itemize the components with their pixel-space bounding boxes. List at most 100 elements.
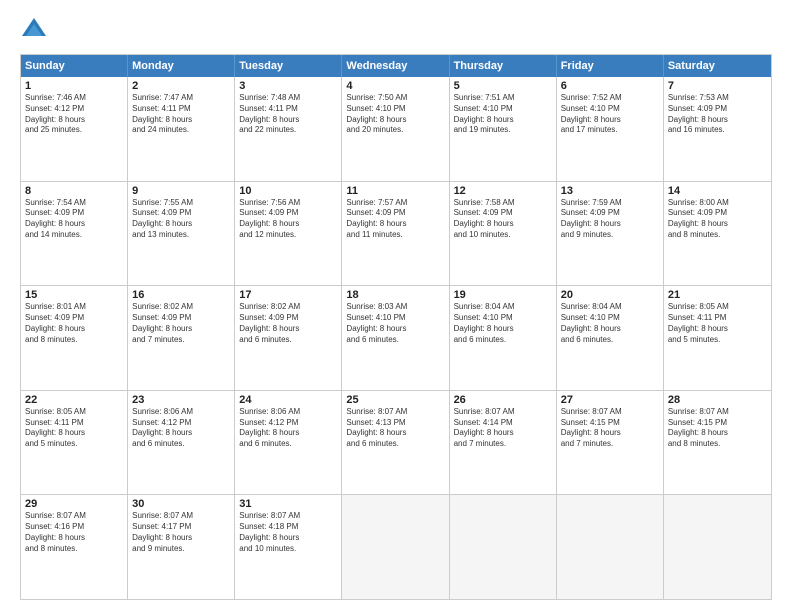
cell-info: Sunrise: 7:58 AMSunset: 4:09 PMDaylight:…: [454, 198, 552, 241]
calendar-cell: 8Sunrise: 7:54 AMSunset: 4:09 PMDaylight…: [21, 182, 128, 286]
calendar-cell: 23Sunrise: 8:06 AMSunset: 4:12 PMDayligh…: [128, 391, 235, 495]
cell-info: Sunrise: 7:50 AMSunset: 4:10 PMDaylight:…: [346, 93, 444, 136]
logo-icon: [20, 16, 48, 44]
logo: [20, 16, 52, 44]
header-cell-saturday: Saturday: [664, 55, 771, 77]
header-cell-thursday: Thursday: [450, 55, 557, 77]
calendar-cell: 28Sunrise: 8:07 AMSunset: 4:15 PMDayligh…: [664, 391, 771, 495]
calendar-cell: 11Sunrise: 7:57 AMSunset: 4:09 PMDayligh…: [342, 182, 449, 286]
calendar-body: 1Sunrise: 7:46 AMSunset: 4:12 PMDaylight…: [21, 77, 771, 599]
cell-info: Sunrise: 7:51 AMSunset: 4:10 PMDaylight:…: [454, 93, 552, 136]
day-number: 24: [239, 394, 337, 406]
cell-info: Sunrise: 8:07 AMSunset: 4:15 PMDaylight:…: [561, 407, 659, 450]
day-number: 27: [561, 394, 659, 406]
calendar-cell: 15Sunrise: 8:01 AMSunset: 4:09 PMDayligh…: [21, 286, 128, 390]
cell-info: Sunrise: 7:53 AMSunset: 4:09 PMDaylight:…: [668, 93, 767, 136]
cell-info: Sunrise: 7:46 AMSunset: 4:12 PMDaylight:…: [25, 93, 123, 136]
day-number: 3: [239, 80, 337, 92]
day-number: 2: [132, 80, 230, 92]
header: [20, 16, 772, 44]
cell-info: Sunrise: 8:05 AMSunset: 4:11 PMDaylight:…: [25, 407, 123, 450]
day-number: 11: [346, 185, 444, 197]
day-number: 13: [561, 185, 659, 197]
header-cell-sunday: Sunday: [21, 55, 128, 77]
calendar-cell: 7Sunrise: 7:53 AMSunset: 4:09 PMDaylight…: [664, 77, 771, 181]
cell-info: Sunrise: 8:07 AMSunset: 4:14 PMDaylight:…: [454, 407, 552, 450]
calendar-cell: 19Sunrise: 8:04 AMSunset: 4:10 PMDayligh…: [450, 286, 557, 390]
cell-info: Sunrise: 8:04 AMSunset: 4:10 PMDaylight:…: [561, 302, 659, 345]
day-number: 17: [239, 289, 337, 301]
day-number: 16: [132, 289, 230, 301]
calendar-cell: 29Sunrise: 8:07 AMSunset: 4:16 PMDayligh…: [21, 495, 128, 599]
cell-info: Sunrise: 8:05 AMSunset: 4:11 PMDaylight:…: [668, 302, 767, 345]
cell-info: Sunrise: 8:07 AMSunset: 4:15 PMDaylight:…: [668, 407, 767, 450]
calendar-cell: 5Sunrise: 7:51 AMSunset: 4:10 PMDaylight…: [450, 77, 557, 181]
calendar-row: 29Sunrise: 8:07 AMSunset: 4:16 PMDayligh…: [21, 495, 771, 599]
calendar-cell: [664, 495, 771, 599]
day-number: 19: [454, 289, 552, 301]
calendar-cell: [342, 495, 449, 599]
header-cell-monday: Monday: [128, 55, 235, 77]
day-number: 25: [346, 394, 444, 406]
calendar-cell: 3Sunrise: 7:48 AMSunset: 4:11 PMDaylight…: [235, 77, 342, 181]
cell-info: Sunrise: 8:06 AMSunset: 4:12 PMDaylight:…: [239, 407, 337, 450]
day-number: 29: [25, 498, 123, 510]
calendar-cell: 31Sunrise: 8:07 AMSunset: 4:18 PMDayligh…: [235, 495, 342, 599]
cell-info: Sunrise: 7:57 AMSunset: 4:09 PMDaylight:…: [346, 198, 444, 241]
calendar-cell: 17Sunrise: 8:02 AMSunset: 4:09 PMDayligh…: [235, 286, 342, 390]
header-cell-tuesday: Tuesday: [235, 55, 342, 77]
day-number: 20: [561, 289, 659, 301]
cell-info: Sunrise: 8:03 AMSunset: 4:10 PMDaylight:…: [346, 302, 444, 345]
cell-info: Sunrise: 7:56 AMSunset: 4:09 PMDaylight:…: [239, 198, 337, 241]
cell-info: Sunrise: 7:47 AMSunset: 4:11 PMDaylight:…: [132, 93, 230, 136]
day-number: 30: [132, 498, 230, 510]
day-number: 31: [239, 498, 337, 510]
calendar-cell: 20Sunrise: 8:04 AMSunset: 4:10 PMDayligh…: [557, 286, 664, 390]
calendar-cell: [450, 495, 557, 599]
calendar-row: 1Sunrise: 7:46 AMSunset: 4:12 PMDaylight…: [21, 77, 771, 182]
calendar-cell: 10Sunrise: 7:56 AMSunset: 4:09 PMDayligh…: [235, 182, 342, 286]
calendar-cell: 14Sunrise: 8:00 AMSunset: 4:09 PMDayligh…: [664, 182, 771, 286]
cell-info: Sunrise: 8:01 AMSunset: 4:09 PMDaylight:…: [25, 302, 123, 345]
cell-info: Sunrise: 8:07 AMSunset: 4:17 PMDaylight:…: [132, 511, 230, 554]
calendar-cell: 30Sunrise: 8:07 AMSunset: 4:17 PMDayligh…: [128, 495, 235, 599]
cell-info: Sunrise: 8:02 AMSunset: 4:09 PMDaylight:…: [239, 302, 337, 345]
cell-info: Sunrise: 8:07 AMSunset: 4:13 PMDaylight:…: [346, 407, 444, 450]
day-number: 14: [668, 185, 767, 197]
day-number: 18: [346, 289, 444, 301]
page: SundayMondayTuesdayWednesdayThursdayFrid…: [0, 0, 792, 612]
calendar-cell: 9Sunrise: 7:55 AMSunset: 4:09 PMDaylight…: [128, 182, 235, 286]
cell-info: Sunrise: 7:52 AMSunset: 4:10 PMDaylight:…: [561, 93, 659, 136]
day-number: 21: [668, 289, 767, 301]
calendar-cell: 24Sunrise: 8:06 AMSunset: 4:12 PMDayligh…: [235, 391, 342, 495]
calendar-cell: 2Sunrise: 7:47 AMSunset: 4:11 PMDaylight…: [128, 77, 235, 181]
calendar-cell: 22Sunrise: 8:05 AMSunset: 4:11 PMDayligh…: [21, 391, 128, 495]
day-number: 26: [454, 394, 552, 406]
cell-info: Sunrise: 7:59 AMSunset: 4:09 PMDaylight:…: [561, 198, 659, 241]
calendar-cell: 1Sunrise: 7:46 AMSunset: 4:12 PMDaylight…: [21, 77, 128, 181]
calendar-cell: [557, 495, 664, 599]
cell-info: Sunrise: 7:55 AMSunset: 4:09 PMDaylight:…: [132, 198, 230, 241]
day-number: 23: [132, 394, 230, 406]
day-number: 10: [239, 185, 337, 197]
cell-info: Sunrise: 8:02 AMSunset: 4:09 PMDaylight:…: [132, 302, 230, 345]
cell-info: Sunrise: 8:04 AMSunset: 4:10 PMDaylight:…: [454, 302, 552, 345]
day-number: 4: [346, 80, 444, 92]
cell-info: Sunrise: 8:00 AMSunset: 4:09 PMDaylight:…: [668, 198, 767, 241]
header-cell-wednesday: Wednesday: [342, 55, 449, 77]
day-number: 6: [561, 80, 659, 92]
calendar-header: SundayMondayTuesdayWednesdayThursdayFrid…: [21, 55, 771, 77]
calendar-cell: 16Sunrise: 8:02 AMSunset: 4:09 PMDayligh…: [128, 286, 235, 390]
day-number: 7: [668, 80, 767, 92]
day-number: 8: [25, 185, 123, 197]
cell-info: Sunrise: 7:54 AMSunset: 4:09 PMDaylight:…: [25, 198, 123, 241]
calendar-cell: 12Sunrise: 7:58 AMSunset: 4:09 PMDayligh…: [450, 182, 557, 286]
header-cell-friday: Friday: [557, 55, 664, 77]
calendar-cell: 18Sunrise: 8:03 AMSunset: 4:10 PMDayligh…: [342, 286, 449, 390]
calendar-row: 22Sunrise: 8:05 AMSunset: 4:11 PMDayligh…: [21, 391, 771, 496]
cell-info: Sunrise: 8:07 AMSunset: 4:16 PMDaylight:…: [25, 511, 123, 554]
cell-info: Sunrise: 8:07 AMSunset: 4:18 PMDaylight:…: [239, 511, 337, 554]
day-number: 28: [668, 394, 767, 406]
calendar: SundayMondayTuesdayWednesdayThursdayFrid…: [20, 54, 772, 600]
calendar-cell: 27Sunrise: 8:07 AMSunset: 4:15 PMDayligh…: [557, 391, 664, 495]
